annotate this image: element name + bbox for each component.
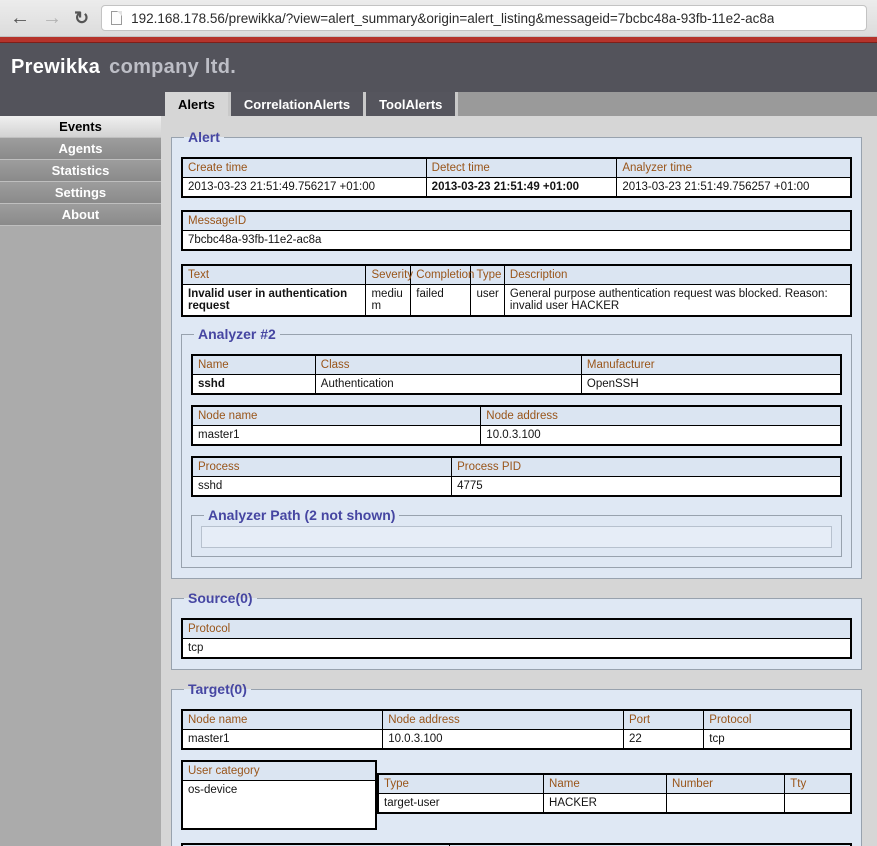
column-header-description: Description	[504, 265, 851, 285]
source-protocol-table: Protocol tcp	[181, 618, 852, 659]
tab-alerts[interactable]: Alerts	[165, 92, 228, 116]
source-section: Source(0) Protocol tcp	[171, 590, 862, 670]
forward-icon[interactable]: →	[42, 8, 62, 28]
analyzer-path-empty	[201, 526, 832, 548]
column-header-protocol: Protocol	[704, 710, 851, 730]
brand-company: company ltd.	[109, 56, 236, 79]
column-header-messageid: MessageID	[182, 211, 851, 231]
user-category-value: os-device	[182, 781, 376, 829]
column-header-analyzer-time: Analyzer time	[617, 158, 851, 178]
classification-table: Text Severity Completion Type Descriptio…	[181, 264, 852, 317]
column-header-completion: Completion	[411, 265, 471, 285]
analyzer-section-title: Analyzer #2	[194, 326, 280, 342]
user-tty-value	[785, 794, 851, 814]
column-header-create-time: Create time	[182, 158, 426, 178]
analyzer-process-table: Process Process PID sshd 4775	[191, 456, 842, 497]
detect-time-value: 2013-03-23 21:51:49 +01:00	[426, 178, 617, 198]
sidebar-item-statistics[interactable]: Statistics	[0, 160, 161, 182]
analyzer-manufacturer-value: OpenSSH	[581, 375, 841, 395]
alert-times-table: Create time Detect time Analyzer time 20…	[181, 157, 852, 198]
sidebar-item-agents[interactable]: Agents	[0, 138, 161, 160]
column-header-name: Name	[192, 355, 315, 375]
column-header-process: Process	[192, 457, 452, 477]
target-node-address-link[interactable]: 10.0.3.100	[383, 730, 624, 750]
reload-icon[interactable]: ↻	[74, 9, 89, 27]
target-node-table: Node name Node address Port Protocol mas…	[181, 709, 852, 750]
create-time-value: 2013-03-23 21:51:49.756217 +01:00	[182, 178, 426, 198]
column-header-protocol: Protocol	[182, 619, 851, 639]
column-header-node-name: Node name	[182, 710, 383, 730]
tab-correlationalerts[interactable]: CorrelationAlerts	[228, 92, 363, 116]
target-user-block: User category os-device Type Name Number…	[181, 760, 852, 830]
sidebar-item-events[interactable]: Events	[0, 116, 161, 138]
analyzer-info-table: Name Class Manufacturer sshd Authenticat…	[191, 354, 842, 395]
main-content: Alert Create time Detect time Analyzer t…	[161, 116, 877, 846]
address-bar[interactable]: 192.168.178.56/prewikka/?view=alert_summ…	[101, 5, 867, 31]
column-header-node-address: Node address	[481, 406, 841, 426]
target-section: Target(0) Node name Node address Port Pr…	[171, 681, 862, 846]
analyzer-path-section: Analyzer Path (2 not shown)	[191, 507, 842, 557]
user-category-table: User category os-device	[181, 760, 377, 830]
target-process-table: Process Process PID sshd 4775	[181, 843, 852, 846]
analyzer-section: Analyzer #2 Name Class Manufacturer sshd…	[181, 326, 852, 568]
alert-section: Alert Create time Detect time Analyzer t…	[171, 129, 862, 579]
messageid-value: 7bcbc48a-93fb-11e2-ac8a	[182, 231, 851, 251]
target-port-value: 22	[624, 730, 704, 750]
column-header-detect-time: Detect time	[426, 158, 617, 178]
column-header-process-pid: Process PID	[452, 457, 841, 477]
target-protocol-value: tcp	[704, 730, 851, 750]
source-section-title: Source(0)	[184, 590, 257, 606]
browser-toolbar: ← → ↻ 192.168.178.56/prewikka/?view=aler…	[0, 0, 877, 37]
column-header-number: Number	[667, 774, 785, 794]
column-header-class: Class	[315, 355, 581, 375]
brand-logo: Prewikka	[11, 56, 100, 79]
column-header-port: Port	[624, 710, 704, 730]
back-icon[interactable]: ←	[10, 8, 30, 28]
analyzer-node-table: Node name Node address master1 10.0.3.10…	[191, 405, 842, 446]
completion-value: failed	[411, 285, 471, 317]
analyzer-time-value: 2013-03-23 21:51:49.756257 +01:00	[617, 178, 851, 198]
target-section-title: Target(0)	[184, 681, 251, 697]
messageid-table: MessageID 7bcbc48a-93fb-11e2-ac8a	[181, 210, 852, 251]
column-header-user-category: User category	[182, 761, 376, 781]
severity-value: medium	[366, 285, 411, 317]
target-user-table: Type Name Number Tty target-user HACKER	[377, 773, 852, 814]
analyzer-process-value: sshd	[192, 477, 452, 497]
column-header-type: Type	[378, 774, 544, 794]
target-node-name-value: master1	[182, 730, 383, 750]
tab-filler	[458, 92, 877, 116]
column-header-manufacturer: Manufacturer	[581, 355, 841, 375]
analyzer-node-name-value: master1	[192, 426, 481, 446]
column-header-name: Name	[544, 774, 667, 794]
column-header-type: Type	[471, 265, 504, 285]
url-text[interactable]: 192.168.178.56/prewikka/?view=alert_summ…	[131, 11, 774, 26]
column-header-severity: Severity	[366, 265, 411, 285]
alert-section-title: Alert	[184, 129, 224, 145]
user-name-value: HACKER	[544, 794, 667, 814]
user-type-value: target-user	[378, 794, 544, 814]
analyzer-name-value: sshd	[192, 375, 315, 395]
source-protocol-value: tcp	[182, 639, 851, 659]
column-header-text: Text	[182, 265, 366, 285]
tab-spacer	[0, 92, 165, 116]
analyzer-path-title: Analyzer Path (2 not shown)	[204, 507, 399, 523]
column-header-node-name: Node name	[192, 406, 481, 426]
type-value: user	[471, 285, 504, 317]
column-header-node-address: Node address	[383, 710, 624, 730]
column-header-tty: Tty	[785, 774, 851, 794]
analyzer-node-address-link[interactable]: 10.0.3.100	[481, 426, 841, 446]
analyzer-class-value: Authentication	[315, 375, 581, 395]
app-header: Prewikka company ltd.	[0, 43, 877, 92]
analyzer-process-pid-value: 4775	[452, 477, 841, 497]
page-icon	[111, 11, 122, 25]
classification-text-value: Invalid user in authentication request	[182, 285, 366, 317]
tab-bar: Alerts CorrelationAlerts ToolAlerts	[0, 92, 877, 116]
sidebar-item-about[interactable]: About	[0, 204, 161, 226]
sidebar: Events Agents Statistics Settings About	[0, 116, 161, 846]
sidebar-item-settings[interactable]: Settings	[0, 182, 161, 204]
tab-toolalerts[interactable]: ToolAlerts	[363, 92, 458, 116]
user-number-value	[667, 794, 785, 814]
description-value: General purpose authentication request w…	[504, 285, 851, 317]
